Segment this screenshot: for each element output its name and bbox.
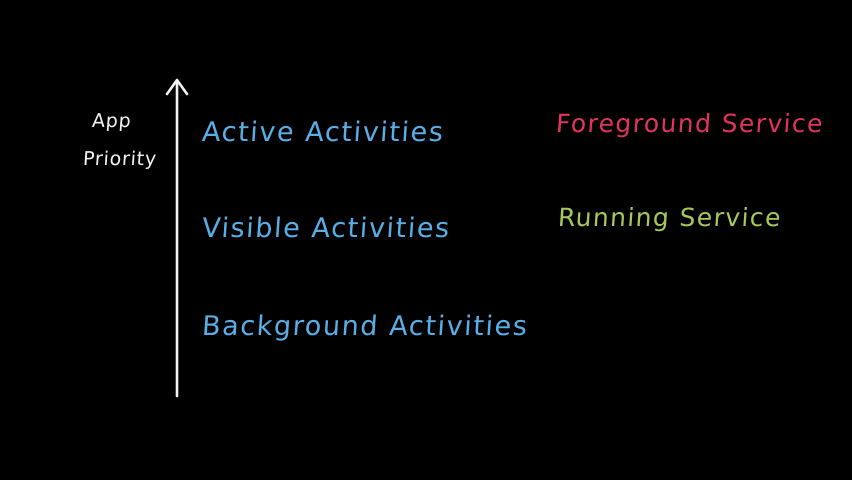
activity-active: Active Activities — [200, 117, 446, 148]
service-running: Running Service — [557, 203, 783, 232]
chalkboard: App Priority Active Activities Visible A… — [0, 0, 852, 480]
activity-visible: Visible Activities — [200, 213, 452, 244]
priority-axis-arrow — [165, 78, 189, 398]
service-foreground: Foreground Service — [555, 109, 825, 138]
axis-label-line-2: Priority — [82, 148, 158, 170]
axis-label-line-1: App — [91, 110, 133, 132]
activity-background: Background Activities — [200, 311, 530, 342]
